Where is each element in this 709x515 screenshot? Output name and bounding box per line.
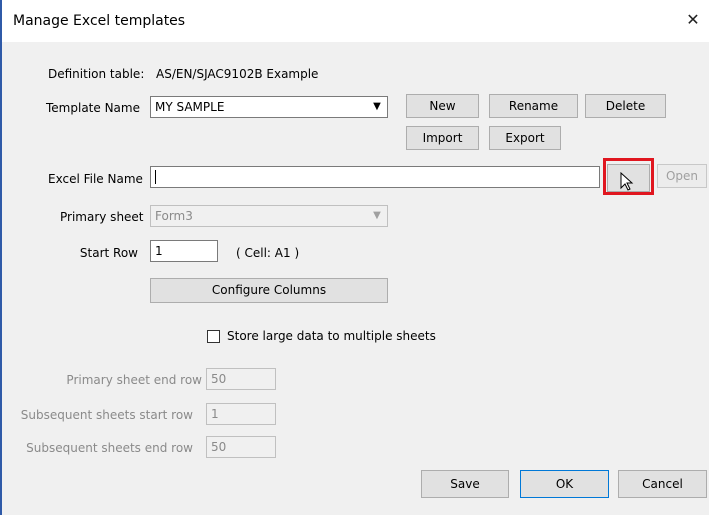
rename-button[interactable]: Rename bbox=[489, 94, 578, 118]
template-name-label: Template Name bbox=[46, 101, 140, 115]
title-bar: Manage Excel templates ✕ bbox=[0, 0, 709, 42]
subsequent-end-row-value: 50 bbox=[211, 440, 227, 454]
close-icon[interactable]: ✕ bbox=[681, 8, 705, 32]
definition-table-value: AS/EN/SJAC9102B Example bbox=[156, 67, 319, 81]
cancel-button[interactable]: Cancel bbox=[618, 470, 707, 498]
definition-table-label: Definition table: bbox=[48, 67, 145, 81]
primary-sheet-dropdown[interactable]: Form3 ▼ bbox=[150, 205, 388, 227]
open-button[interactable]: Open bbox=[657, 164, 707, 188]
primary-sheet-value: Form3 bbox=[155, 209, 193, 223]
start-row-label: Start Row bbox=[79, 246, 138, 260]
store-large-data-label: Store large data to multiple sheets bbox=[227, 329, 436, 343]
export-button[interactable]: Export bbox=[489, 126, 561, 150]
store-large-data-checkbox[interactable] bbox=[207, 330, 220, 343]
save-button[interactable]: Save bbox=[421, 470, 509, 498]
ok-button[interactable]: OK bbox=[520, 470, 609, 498]
template-name-dropdown[interactable]: MY SAMPLE ▼ bbox=[150, 96, 388, 118]
subsequent-start-row-input[interactable]: 1 bbox=[206, 403, 276, 425]
subsequent-end-row-label: Subsequent sheets end row bbox=[26, 441, 193, 455]
window-title: Manage Excel templates bbox=[13, 13, 186, 29]
chevron-down-icon[interactable]: ▼ bbox=[369, 208, 385, 224]
subsequent-start-row-value: 1 bbox=[211, 407, 219, 421]
import-button[interactable]: Import bbox=[406, 126, 479, 150]
excel-file-name-input[interactable] bbox=[150, 166, 600, 188]
primary-sheet-end-row-label: Primary sheet end row bbox=[66, 373, 202, 387]
text-cursor bbox=[155, 170, 156, 184]
chevron-down-icon[interactable]: ▼ bbox=[369, 99, 385, 115]
primary-sheet-label: Primary sheet bbox=[60, 210, 144, 224]
start-row-value: 1 bbox=[155, 244, 163, 258]
configure-columns-button[interactable]: Configure Columns bbox=[150, 278, 388, 303]
start-row-input[interactable]: 1 bbox=[150, 240, 218, 262]
excel-file-name-label: Excel File Name bbox=[48, 172, 143, 186]
subsequent-end-row-input[interactable]: 50 bbox=[206, 436, 276, 458]
primary-sheet-end-row-value: 50 bbox=[211, 372, 227, 386]
delete-button[interactable]: Delete bbox=[585, 94, 666, 118]
template-name-value: MY SAMPLE bbox=[155, 100, 225, 114]
subsequent-start-row-label: Subsequent sheets start row bbox=[20, 408, 193, 422]
manage-excel-templates-dialog: Manage Excel templates ✕ Definition tabl… bbox=[0, 0, 709, 515]
start-cell-text: ( Cell: A1 ) bbox=[236, 246, 300, 260]
new-button[interactable]: New bbox=[406, 94, 479, 118]
mouse-cursor-icon bbox=[620, 172, 634, 191]
primary-sheet-end-row-input[interactable]: 50 bbox=[206, 368, 276, 390]
window-border bbox=[0, 0, 2, 515]
